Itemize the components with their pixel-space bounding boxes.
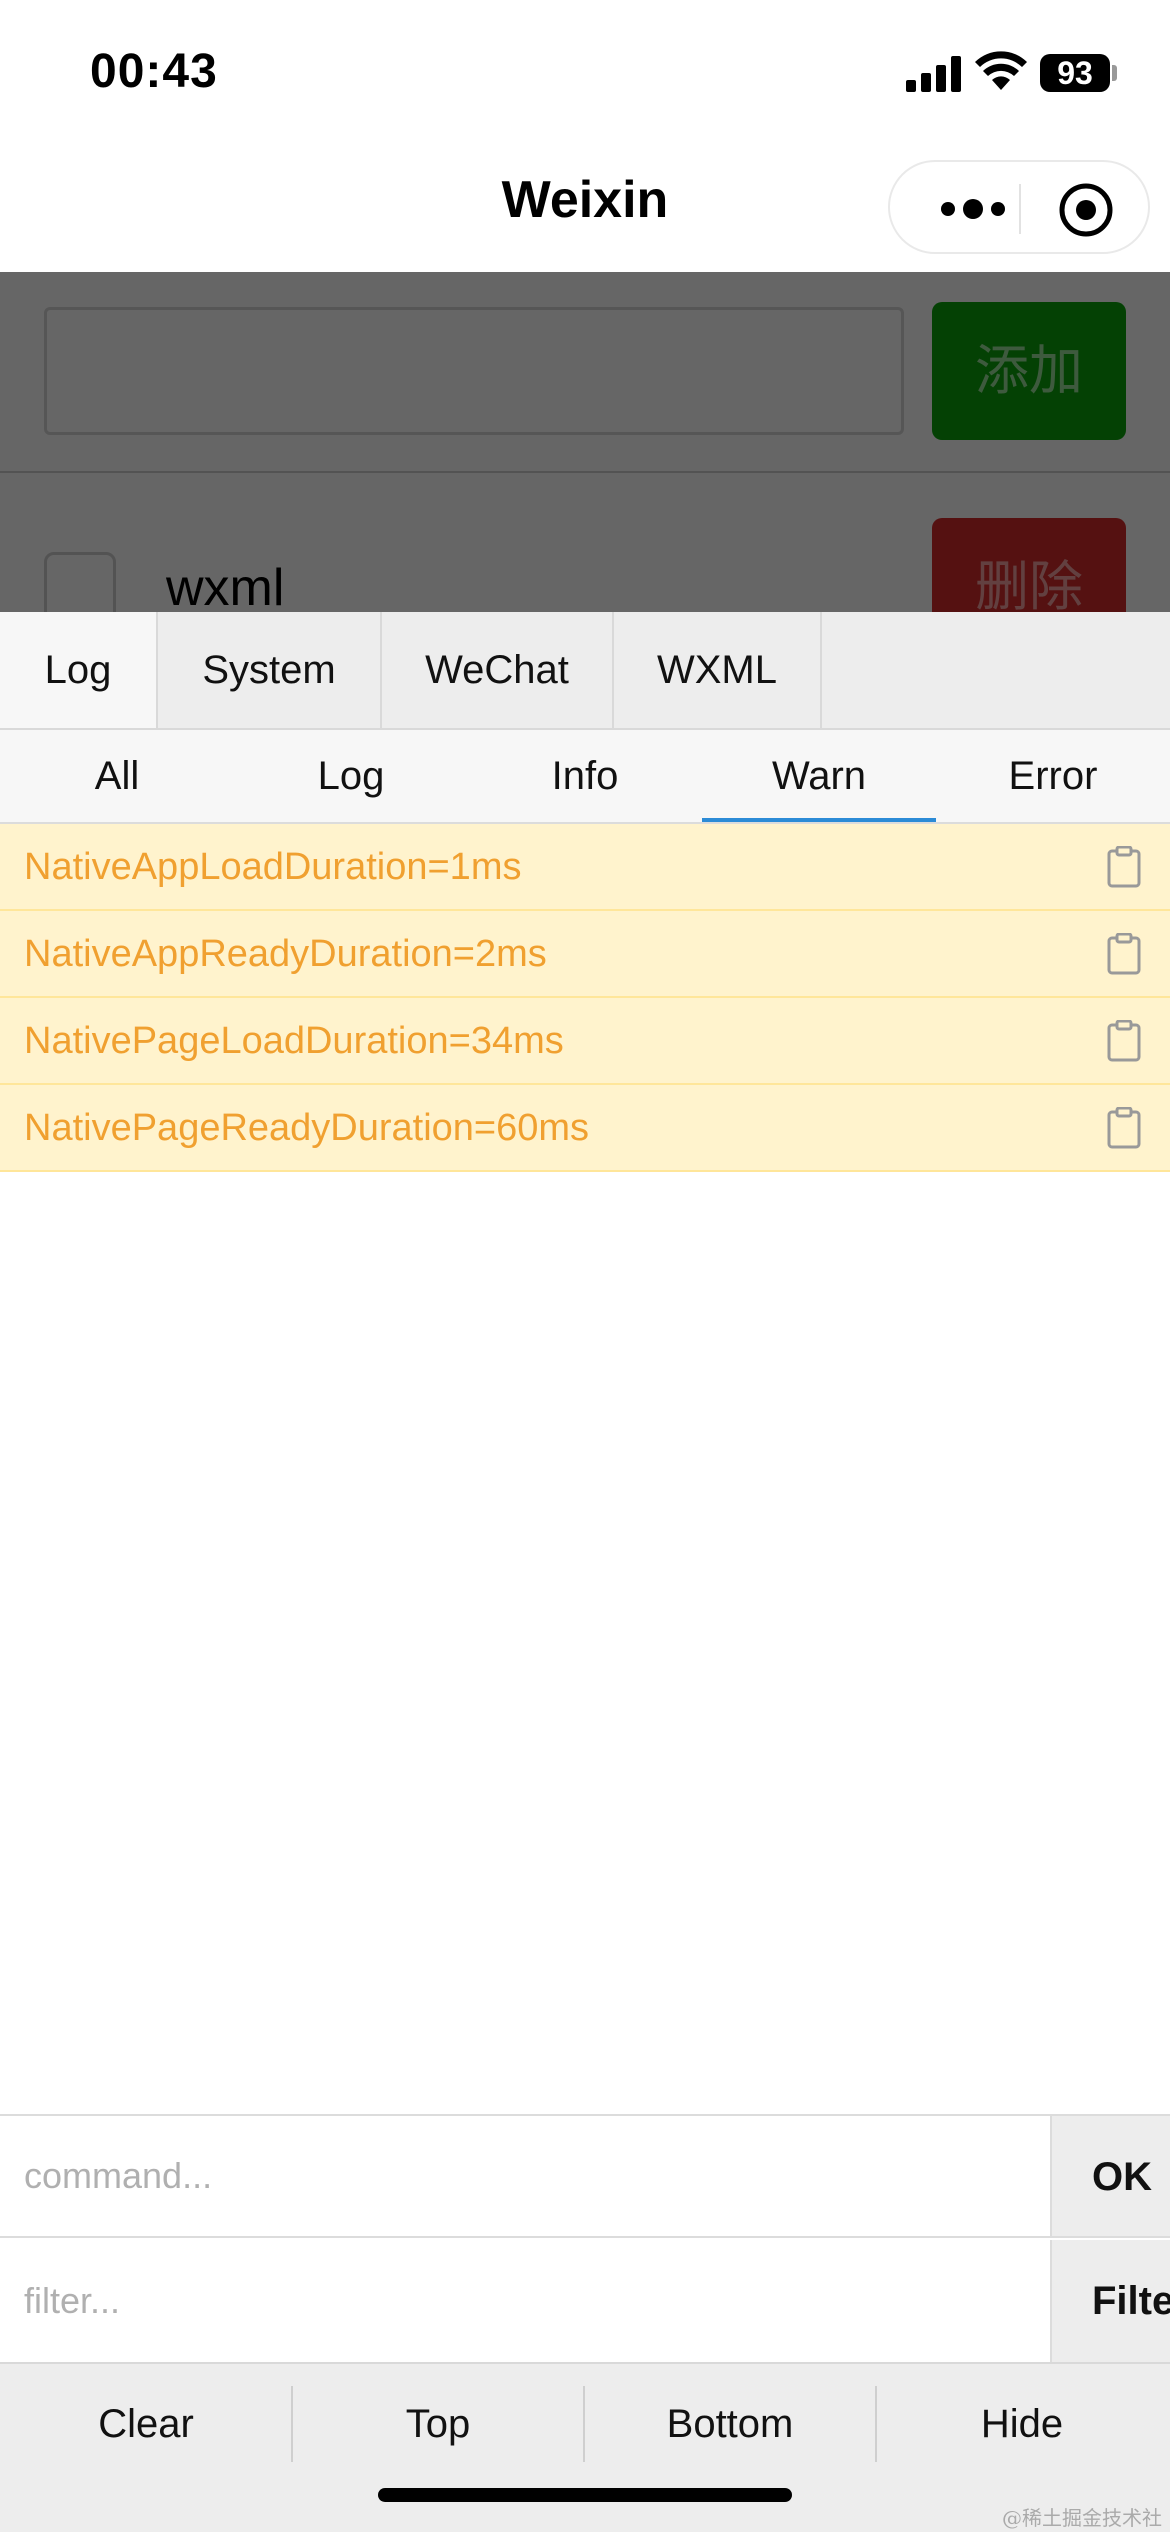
vconsole-main-tabs: Log System WeChat WXML [0,612,1170,730]
watermark: @稀土掘金技术社区 [1002,2506,1162,2530]
filter-input[interactable] [0,2240,1050,2362]
vconsole-toolbar: Clear Top Bottom Hide [0,2362,1170,2532]
cellular-signal-icon [906,56,962,92]
overlay-mask[interactable] [0,272,1170,612]
log-level-tabs: All Log Info Warn Error [0,730,1170,824]
status-bar: 00:43 93 [0,0,1170,140]
command-input[interactable] [0,2116,1050,2238]
top-button[interactable]: Top [292,2364,584,2484]
home-indicator[interactable] [378,2488,792,2502]
capsule-divider [1019,184,1021,234]
wifi-icon [975,51,1027,90]
log-row: NativePageReadyDuration=60ms [0,1085,1170,1172]
hide-button[interactable]: Hide [876,2364,1168,2484]
bottom-button[interactable]: Bottom [584,2364,876,2484]
mini-program-capsule [888,160,1150,254]
tab-log[interactable]: Log [0,612,158,728]
battery-icon: 93 [1040,54,1110,92]
tab-wxml[interactable]: WXML [614,612,822,728]
copy-icon[interactable] [1106,1020,1142,1062]
more-dots-icon[interactable] [928,182,1018,236]
ok-button[interactable]: OK [1050,2116,1170,2238]
subtab-all[interactable]: All [0,730,234,822]
filter-button[interactable]: Filter [1050,2240,1170,2362]
clear-button[interactable]: Clear [0,2364,292,2484]
status-time: 00:43 [90,45,218,98]
log-message: NativeAppLoadDuration=1ms [24,846,522,888]
tab-system[interactable]: System [158,612,382,728]
log-row: NativePageLoadDuration=34ms [0,998,1170,1085]
target-close-icon[interactable] [1058,182,1114,238]
subtab-log[interactable]: Log [234,730,468,822]
subtab-error[interactable]: Error [936,730,1170,822]
log-row: NativeAppReadyDuration=2ms [0,911,1170,998]
log-message: NativeAppReadyDuration=2ms [24,933,547,975]
tab-wechat[interactable]: WeChat [382,612,614,728]
vconsole-panel: Log System WeChat WXML All Log Info Warn… [0,612,1170,2532]
log-row: NativeAppLoadDuration=1ms [0,824,1170,911]
subtab-info[interactable]: Info [468,730,702,822]
copy-icon[interactable] [1106,933,1142,975]
command-area: OK Filter [0,2114,1170,2362]
log-list: NativeAppLoadDuration=1ms NativeAppReady… [0,824,1170,1172]
subtab-warn[interactable]: Warn [702,730,936,822]
copy-icon[interactable] [1106,1107,1142,1149]
copy-icon[interactable] [1106,846,1142,888]
battery-tip [1112,65,1117,81]
log-message: NativePageLoadDuration=34ms [24,1020,564,1062]
log-message: NativePageReadyDuration=60ms [24,1107,590,1149]
